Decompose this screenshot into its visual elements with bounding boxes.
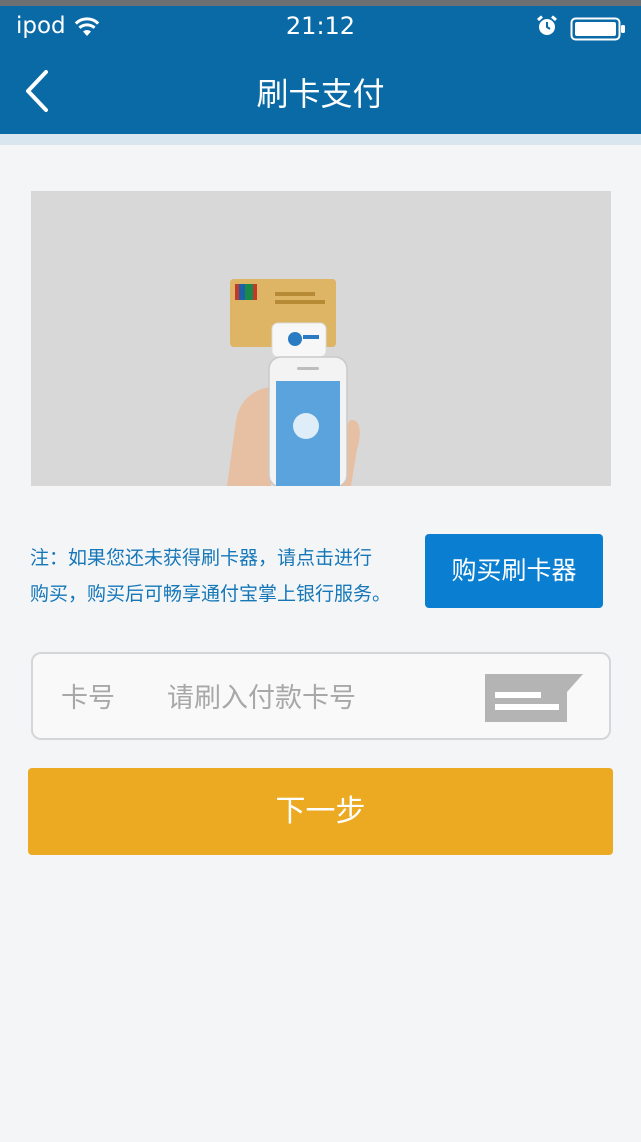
- purchase-note-line2: 购买，购买后可畅享通付宝掌上银行服务。: [30, 583, 392, 605]
- navigation-bar: 刷卡支付: [0, 48, 641, 134]
- next-step-button[interactable]: 下一步: [28, 768, 613, 855]
- status-bar: ipod 21:12: [0, 6, 641, 48]
- purchase-note: 注：如果您还未获得刷卡器，请点击进行 购买，购买后可畅享通付宝掌上银行服务。: [30, 540, 425, 612]
- purchase-note-line1: 注：如果您还未获得刷卡器，请点击进行: [30, 547, 373, 569]
- nav-divider: [0, 134, 641, 145]
- card-number-label: 卡号: [61, 683, 115, 714]
- card-reader-promo-image: [31, 191, 611, 486]
- card-number-placeholder[interactable]: 请刷入付款卡号: [167, 682, 356, 716]
- buy-card-reader-button[interactable]: 购买刷卡器: [425, 534, 603, 608]
- page-title: 刷卡支付: [256, 75, 385, 113]
- alarm-icon: [537, 15, 557, 35]
- phone-image: [268, 356, 348, 486]
- battery-icon: [570, 17, 625, 41]
- card-reader-icon[interactable]: [485, 672, 585, 724]
- card-number-field[interactable]: 卡号 请刷入付款卡号: [31, 652, 611, 740]
